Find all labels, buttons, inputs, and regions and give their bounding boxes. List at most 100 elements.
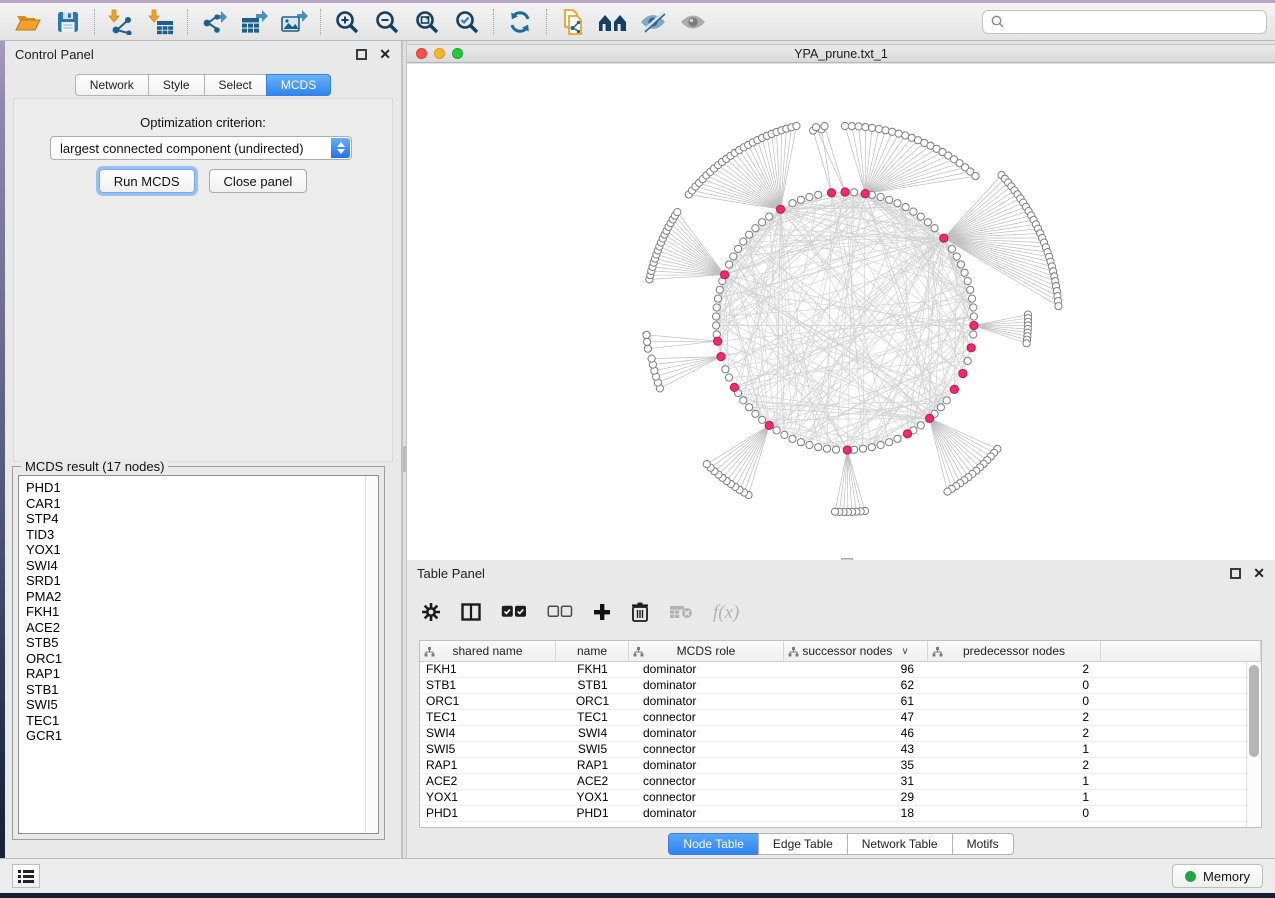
select-all-button[interactable] [501,605,527,621]
zoom-fit-button[interactable] [407,6,447,38]
tab-edge-table[interactable]: Edge Table [758,833,847,855]
mcds-result-list[interactable]: PHD1CAR1STP4TID3YOX1SWI4SRD1PMA2FKH1ACE2… [18,475,379,834]
tab-select[interactable]: Select [204,74,266,96]
table-cell[interactable]: ACE2 [556,774,629,789]
tab-motifs[interactable]: Motifs [952,833,1014,855]
mcds-result-item[interactable]: ACE2 [26,620,378,636]
zoom-in-button[interactable] [327,6,367,38]
splitter-grip-icon[interactable] [403,446,406,472]
table-cell[interactable]: RAP1 [420,758,556,773]
table-row[interactable]: RAP1RAP1dominator352 [420,758,1246,774]
deselect-all-button[interactable] [547,605,573,621]
first-neighbors-button[interactable] [593,6,633,38]
table-cell[interactable]: STB1 [556,678,629,693]
table-cell[interactable]: SWI4 [556,726,629,741]
task-history-button[interactable] [12,864,40,888]
mcds-result-item[interactable]: ORC1 [26,651,378,667]
table-cell[interactable]: STB1 [420,678,556,693]
table-cell[interactable]: 2 [928,758,1101,773]
import-table-button[interactable] [141,6,181,38]
table-row[interactable]: TEC1TEC1connector472 [420,710,1246,726]
table-cell[interactable]: 2 [928,662,1101,677]
table-cell[interactable]: 1 [928,742,1101,757]
table-cell[interactable]: 2 [928,710,1101,725]
float-table-panel-icon[interactable] [1230,568,1241,579]
close-panel-icon[interactable]: ✕ [379,49,391,60]
mcds-list-scrollbar[interactable] [365,476,378,833]
table-cell[interactable]: ORC1 [556,694,629,709]
tab-style[interactable]: Style [148,74,204,96]
table-cell[interactable]: 0 [928,694,1101,709]
mcds-result-item[interactable]: CAR1 [26,496,378,512]
table-cell[interactable]: ACE2 [420,774,556,789]
network-titlebar[interactable]: YPA_prune.txt_1 [407,44,1275,63]
mcds-result-item[interactable]: TID3 [26,527,378,543]
table-cell[interactable]: RAP1 [556,758,629,773]
save-session-button[interactable] [48,6,88,38]
mcds-result-item[interactable]: SWI4 [26,558,378,574]
table-cell[interactable]: SWI5 [556,742,629,757]
column-header-shared-name[interactable]: shared name [420,641,556,661]
delete-column-button[interactable] [631,602,649,625]
table-cell[interactable]: connector [629,742,784,757]
criterion-select[interactable]: largest connected component (undirected) [50,136,352,160]
table-cell[interactable]: dominator [629,758,784,773]
mcds-result-item[interactable]: TEC1 [26,713,378,729]
mcds-result-item[interactable]: PMA2 [26,589,378,605]
column-header-name[interactable]: name [556,641,629,661]
zoom-out-button[interactable] [367,6,407,38]
mcds-result-item[interactable]: STP4 [26,511,378,527]
table-row[interactable]: ACE2ACE2connector311 [420,774,1246,790]
table-cell[interactable]: FKH1 [420,662,556,677]
mcds-result-item[interactable]: PHD1 [26,480,378,496]
table-cell[interactable]: dominator [629,726,784,741]
table-cell[interactable]: PHD1 [420,806,556,821]
close-table-panel-icon[interactable]: ✕ [1253,568,1265,579]
table-cell[interactable]: 96 [784,662,928,677]
table-cell[interactable]: dominator [629,806,784,821]
column-header-successor-nodes[interactable]: successor nodes∨ [784,641,928,661]
mcds-result-item[interactable]: RAP1 [26,666,378,682]
table-cell[interactable]: 1 [928,790,1101,805]
tab-network[interactable]: Network [75,74,148,96]
column-header-predecessor-nodes[interactable]: predecessor nodes [928,641,1101,661]
table-cell[interactable]: 0 [928,806,1101,821]
table-cell[interactable]: 0 [928,678,1101,693]
table-cell[interactable]: 43 [784,742,928,757]
export-table-button[interactable] [234,6,274,38]
table-row[interactable]: STB1STB1dominator620 [420,678,1246,694]
hide-selected-button[interactable] [633,6,673,38]
run-mcds-button[interactable]: Run MCDS [99,169,195,193]
export-image-button[interactable] [274,6,314,38]
table-cell[interactable]: PHD1 [556,806,629,821]
column-header-MCDS-role[interactable]: MCDS role [629,641,784,661]
table-scrollbar-thumb[interactable] [1249,665,1259,757]
mcds-result-item[interactable]: YOX1 [26,542,378,558]
network-canvas[interactable] [407,64,1275,560]
table-cell[interactable]: dominator [629,662,784,677]
table-row[interactable]: PHD1PHD1dominator180 [420,806,1246,822]
table-cell[interactable]: FKH1 [556,662,629,677]
table-cell[interactable]: 1 [928,774,1101,789]
close-panel-button[interactable]: Close panel [209,169,308,193]
table-cell[interactable]: SWI5 [420,742,556,757]
table-cell[interactable]: 35 [784,758,928,773]
open-file-button[interactable] [8,6,48,38]
tab-mcds[interactable]: MCDS [266,74,331,96]
refresh-network-button[interactable] [500,6,540,38]
show-all-button[interactable] [673,6,713,38]
mcds-result-item[interactable]: STB5 [26,635,378,651]
table-cell[interactable]: 61 [784,694,928,709]
add-column-button[interactable] [593,603,611,624]
table-cell[interactable]: dominator [629,694,784,709]
table-cell[interactable]: connector [629,790,784,805]
table-cell[interactable]: TEC1 [420,710,556,725]
table-cell[interactable]: 46 [784,726,928,741]
mcds-result-item[interactable]: SWI5 [26,697,378,713]
table-cell[interactable]: connector [629,774,784,789]
zoom-selected-button[interactable] [447,6,487,38]
export-network-button[interactable] [194,6,234,38]
table-cell[interactable]: YOX1 [556,790,629,805]
table-row[interactable]: FKH1FKH1dominator962 [420,662,1246,678]
table-cell[interactable]: dominator [629,678,784,693]
